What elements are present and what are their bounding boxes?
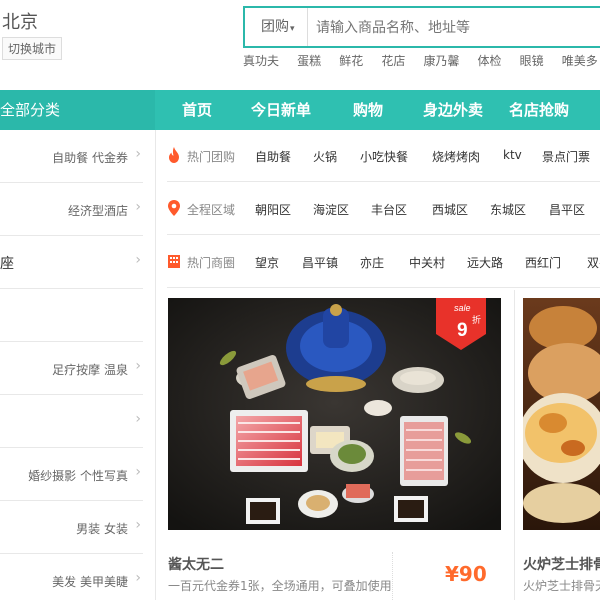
building-icon — [168, 255, 180, 268]
search-type-label: 团购 — [261, 19, 289, 35]
filter-option[interactable]: 丰台区 — [371, 201, 407, 218]
filter-option[interactable]: 烧烤烤肉 — [432, 148, 480, 165]
hotword-link[interactable]: 蛋糕 — [297, 54, 321, 68]
filter-option[interactable]: 西红门 — [525, 254, 561, 271]
badge-discount-unit: 折 — [472, 314, 481, 326]
sidebar-item[interactable]: 自助餐 代金券 › — [0, 130, 143, 183]
filter-option[interactable]: 火锅 — [313, 148, 337, 165]
sidebar-item[interactable]: 美发 美甲美睫 › — [0, 554, 143, 600]
product-title[interactable]: 火炉芝士排骨 — [523, 554, 600, 574]
current-city: 北京 — [2, 12, 38, 33]
location-pin-icon — [168, 200, 180, 216]
sidebar-item[interactable]: 婚纱摄影 个性写真 › — [0, 448, 143, 501]
discount-badge: sale 9 折 — [436, 298, 486, 350]
hotword-link[interactable]: 鲜花 — [339, 54, 363, 68]
caret-down-icon: ▾ — [290, 24, 295, 34]
category-sidebar: 自助餐 代金券 › 经济型酒店 › 座 › 足疗按摩 温泉 › › 婚纱摄影 个… — [0, 130, 155, 600]
ribs-photo — [523, 298, 600, 530]
sidebar-item-label: 足疗按摩 温泉 — [52, 363, 128, 377]
chevron-right-icon: › — [135, 146, 141, 162]
sidebar-item[interactable]: 座 › — [0, 236, 143, 289]
nav-takeout[interactable]: 身边外卖 — [423, 90, 483, 130]
chevron-right-icon: › — [135, 358, 141, 374]
badge-sale-text: sale — [454, 303, 471, 313]
filter-option[interactable]: ktv — [503, 148, 522, 162]
product-image-ribs[interactable] — [523, 298, 600, 530]
hotword-link[interactable]: 唯美多 — [562, 54, 598, 68]
hotword-link[interactable]: 康乃馨 — [423, 54, 459, 68]
chevron-right-icon: › — [135, 199, 141, 215]
search-input[interactable] — [307, 8, 600, 46]
nav-flash-sale[interactable]: 名店抢购 — [509, 90, 569, 130]
filter-title: 全程区域 — [187, 203, 236, 217]
sidebar-item[interactable]: 经济型酒店 › — [0, 183, 143, 236]
chevron-right-icon: › — [135, 517, 141, 533]
hot-search-words: 真功夫 蛋糕 鲜花 花店 康乃馨 体检 眼镜 唯美多 宝岛 — [243, 50, 600, 69]
sidebar-item-label: 男装 女装 — [76, 522, 128, 536]
filter-option[interactable]: 远大路 — [467, 254, 503, 271]
page: 北京 切换城市 团购▾ 真功夫 蛋糕 鲜花 花店 康乃馨 体检 眼镜 唯美多 宝… — [0, 0, 600, 600]
product-description: 火炉芝士排骨天 — [523, 579, 600, 593]
sidebar-item[interactable]: › — [0, 395, 143, 448]
chevron-right-icon: › — [135, 252, 141, 268]
switch-city-button[interactable]: 切换城市 — [2, 37, 63, 60]
filter-option[interactable]: 海淀区 — [313, 201, 349, 218]
all-categories-button[interactable]: 全部分类 — [0, 90, 155, 130]
filter-option[interactable]: 东城区 — [490, 201, 526, 218]
nav-shopping[interactable]: 购物 — [353, 90, 383, 130]
sidebar-item-label: 经济型酒店 — [67, 204, 128, 218]
sidebar-item-label: 美发 美甲美睫 — [52, 575, 128, 589]
filter-option[interactable]: 自助餐 — [255, 148, 291, 165]
divider — [392, 552, 393, 600]
product-title[interactable]: 酱太无二 — [168, 554, 224, 574]
main-nav: 首页 今日新单 购物 身边外卖 名店抢购 — [155, 90, 600, 130]
filter-option[interactable]: 昌平区 — [549, 201, 585, 218]
nav-new-today[interactable]: 今日新单 — [251, 90, 311, 130]
filter-option[interactable]: 景点门票 — [542, 148, 590, 165]
filter-option[interactable]: 双井 — [587, 254, 600, 271]
sidebar-item-label: 座 — [0, 256, 14, 272]
nav-home[interactable]: 首页 — [182, 90, 212, 130]
filter-row-area: 全程区域 朝阳区 海淀区 丰台区 西城区 东城区 昌平区 — [167, 183, 600, 235]
product-price: ¥90 — [445, 562, 487, 586]
hotword-link[interactable]: 花店 — [381, 54, 405, 68]
filter-option[interactable]: 亦庄 — [360, 254, 384, 271]
filter-title: 热门商圈 — [187, 256, 236, 270]
sidebar-item-label: 自助餐 代金券 — [52, 151, 128, 165]
flame-icon — [169, 147, 179, 163]
hotword-link[interactable]: 体检 — [478, 54, 502, 68]
hotword-link[interactable]: 眼镜 — [520, 54, 544, 68]
filter-row-business-district: 热门商圈 望京 昌平镇 亦庄 中关村 远大路 西红门 双井 — [167, 236, 600, 288]
filter-option[interactable]: 望京 — [255, 254, 279, 271]
hotword-link[interactable]: 真功夫 — [243, 54, 279, 68]
badge-discount-value: 9 — [457, 320, 468, 341]
chevron-right-icon: › — [135, 464, 141, 480]
search-box: 团购▾ — [243, 6, 600, 48]
filter-option[interactable]: 西城区 — [432, 201, 468, 218]
filter-option[interactable]: 小吃快餐 — [360, 148, 408, 165]
sidebar-item-label: 婚纱摄影 个性写真 — [28, 469, 128, 483]
product-description: 一百元代金券1张，全场通用，可叠加使用 — [168, 579, 392, 593]
sidebar-item[interactable] — [0, 289, 143, 342]
filter-row-hot-deals: 热门团购 自助餐 火锅 小吃快餐 烧烤烤肉 ktv 景点门票 — [167, 130, 600, 182]
sidebar-item[interactable]: 男装 女装 › — [0, 501, 143, 554]
search-type-dropdown[interactable]: 团购▾ — [245, 8, 307, 46]
chevron-right-icon: › — [135, 570, 141, 586]
chevron-right-icon: › — [135, 411, 141, 427]
filter-option[interactable]: 朝阳区 — [255, 201, 291, 218]
filter-title: 热门团购 — [187, 150, 236, 164]
sidebar-item[interactable]: 足疗按摩 温泉 › — [0, 342, 143, 395]
filter-option[interactable]: 昌平镇 — [302, 254, 338, 271]
filter-option[interactable]: 中关村 — [409, 254, 445, 271]
